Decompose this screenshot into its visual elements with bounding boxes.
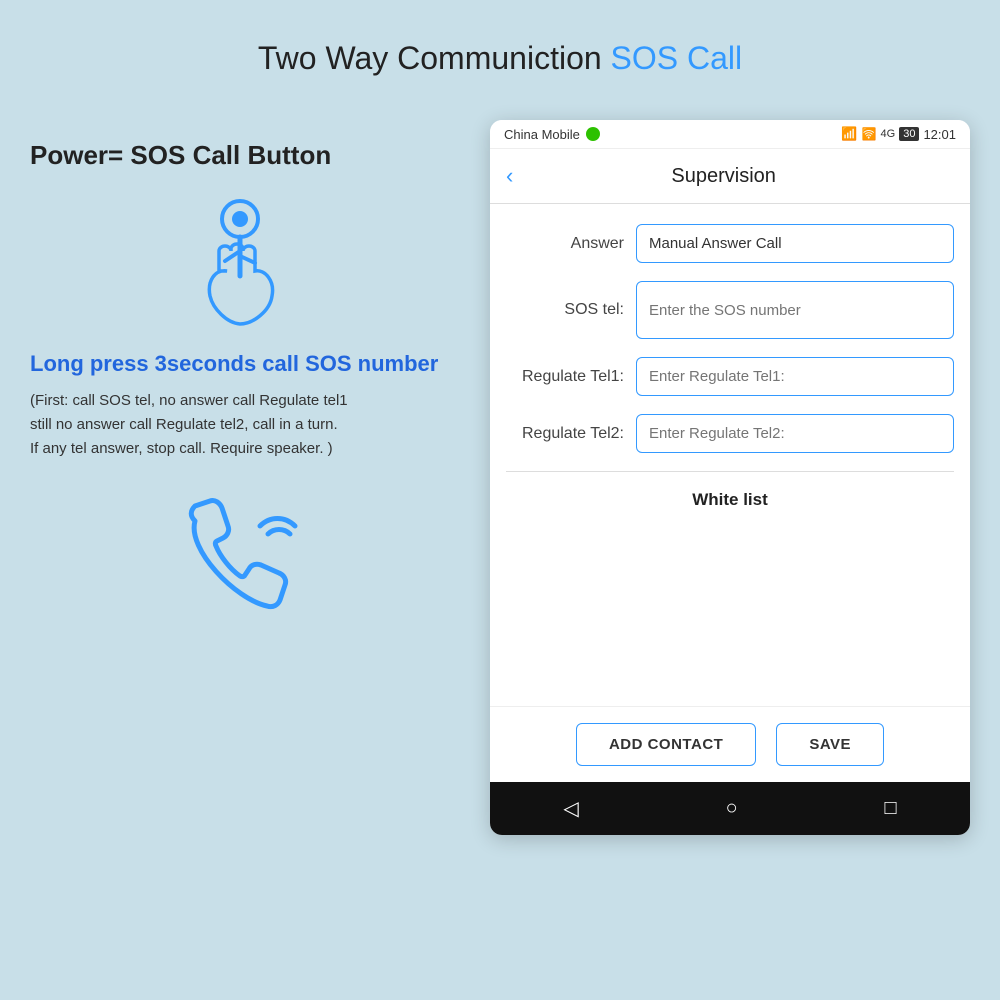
status-left: China Mobile — [504, 127, 600, 142]
sos-tel-row: SOS tel: — [506, 281, 954, 339]
answer-row: Answer — [506, 224, 954, 263]
regulate-tel2-label: Regulate Tel2: — [506, 425, 636, 443]
regulate-tel1-label: Regulate Tel1: — [506, 368, 636, 386]
regulate-tel2-input[interactable] — [636, 414, 954, 453]
description-text: (First: call SOS tel, no answer call Reg… — [30, 389, 450, 461]
button-row: ADD CONTACT SAVE — [490, 706, 970, 782]
android-nav-bar: ◁ ○ □ — [490, 782, 970, 835]
wifi-icon: 🛜 — [862, 127, 877, 141]
nav-home-icon[interactable]: ○ — [726, 797, 738, 820]
app-title: Supervision — [523, 165, 924, 188]
regulate-tel1-row: Regulate Tel1: — [506, 357, 954, 396]
power-label: Power= SOS Call Button — [30, 140, 450, 171]
white-list-title: White list — [506, 486, 954, 526]
phone-calling-icon — [165, 491, 315, 631]
white-list-spacer — [506, 526, 954, 686]
network-4g: 4G — [881, 128, 896, 140]
form-area: Answer SOS tel: Regulate Tel1: Regulate … — [490, 204, 970, 706]
hand-pointer-icon — [175, 191, 305, 331]
left-panel: Power= SOS Call Button Long press 3secon… — [30, 140, 450, 631]
sos-tel-label: SOS tel: — [506, 301, 636, 319]
battery-indicator: 30 — [899, 127, 919, 141]
nav-recent-icon[interactable]: □ — [884, 797, 896, 820]
answer-input[interactable] — [636, 224, 954, 263]
status-right: 📶 🛜 4G 30 12:01 — [841, 126, 956, 142]
app-header: ‹ Supervision — [490, 149, 970, 204]
signal-icon: 📶 — [841, 126, 857, 142]
add-contact-button[interactable]: ADD CONTACT — [576, 723, 756, 766]
status-bar: China Mobile 📶 🛜 4G 30 12:01 — [490, 120, 970, 149]
wechat-icon — [586, 127, 600, 141]
hand-icon-container — [30, 191, 450, 331]
carrier-name: China Mobile — [504, 127, 580, 142]
nav-back-icon[interactable]: ◁ — [563, 796, 578, 821]
answer-label: Answer — [506, 235, 636, 253]
sos-tel-input[interactable] — [636, 281, 954, 339]
page-title: Two Way Communiction SOS Call — [0, 0, 1000, 77]
regulate-tel2-row: Regulate Tel2: — [506, 414, 954, 453]
back-button[interactable]: ‹ — [506, 163, 513, 189]
divider — [506, 471, 954, 472]
long-press-label: Long press 3seconds call SOS number — [30, 351, 450, 377]
clock: 12:01 — [923, 127, 956, 142]
phone-icon-container — [30, 491, 450, 631]
regulate-tel1-input[interactable] — [636, 357, 954, 396]
save-button[interactable]: SAVE — [776, 723, 884, 766]
phone-mockup: China Mobile 📶 🛜 4G 30 12:01 ‹ Supervisi… — [490, 120, 970, 835]
